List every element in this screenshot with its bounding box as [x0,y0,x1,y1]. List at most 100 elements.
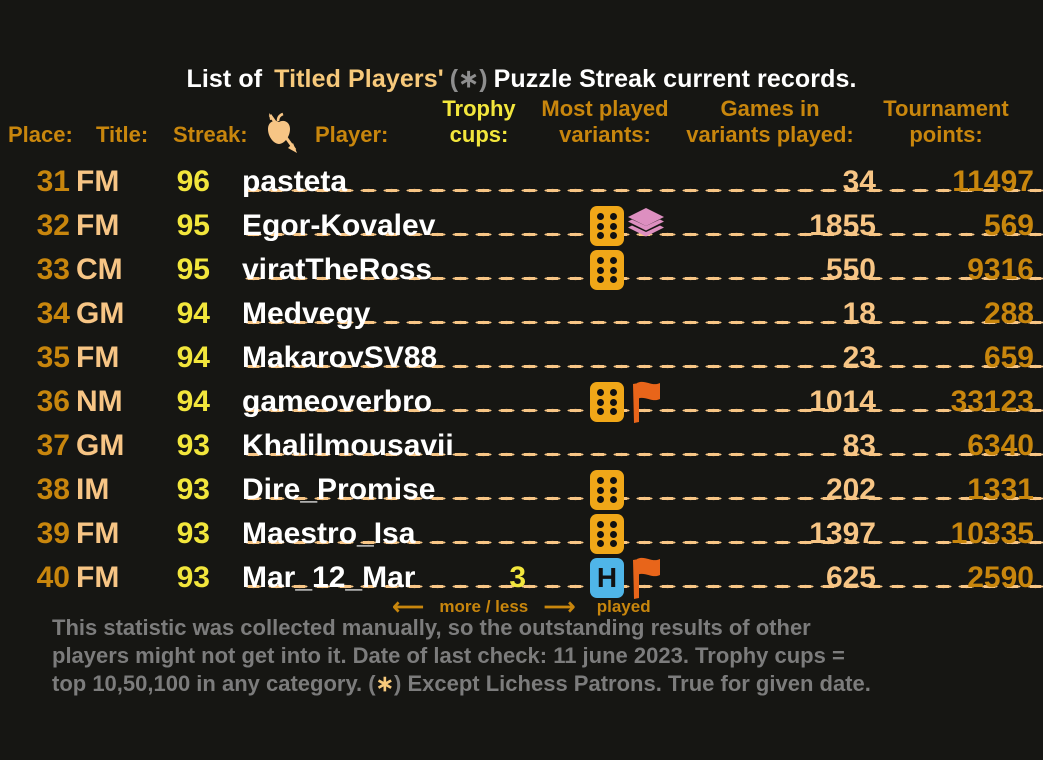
footer-asterisk: ∗ [375,671,395,696]
variant-icons [590,468,624,512]
cell-title: FM [76,209,120,242]
cell-games: 23 [842,341,876,374]
header-tourn-line1: Tournament [883,96,1009,121]
variant-icons [590,380,666,424]
cell-title: FM [76,341,120,374]
cell-place: 31 [36,165,70,198]
dice-icon [590,514,624,554]
cell-trophy-cups [450,160,750,204]
cell-streak: 96 [176,165,210,198]
header-games-line2: variants played: [686,122,854,147]
cell-points: 288 [983,297,1034,330]
cell-player[interactable]: viratTheRoss [242,248,432,292]
cell-games: 550 [825,253,876,286]
cell-trophy-cups [450,380,750,424]
page-title-asterisk: (∗) [449,65,488,93]
cell-player[interactable]: MakarovSV88 [242,336,437,380]
cell-place: 35 [36,341,70,374]
cell-trophy-cups [450,512,750,556]
table-row[interactable]: 32 FM 95 Egor-Kovalev 1855 569 [0,204,1043,248]
cell-player[interactable]: Dire_Promise [242,468,435,512]
cell-title: GM [76,297,125,330]
flag-icon [633,381,660,423]
header-most-line2: variants: [559,122,651,147]
cell-player[interactable]: Khalilmousavii [242,424,454,468]
header-games-in-variants: Games in variants played: [675,96,865,148]
cell-games: 83 [842,429,876,462]
cell-points: 9316 [967,253,1034,286]
table-row[interactable]: 36 NM 94 gameoverbro 1014 33123 [0,380,1043,424]
cell-title: CM [76,253,123,286]
page-title-part3: Puzzle Streak current records. [493,65,857,93]
table-row[interactable]: 33 CM 95 viratTheRoss 550 9316 [0,248,1043,292]
cell-trophy-cups [450,248,750,292]
table-row[interactable]: 35 FM 94 MakarovSV88 23 659 [0,336,1043,380]
cell-points: 33123 [950,385,1034,418]
cell-games: 1855 [809,209,876,242]
cell-games: 18 [842,297,876,330]
cell-trophy-cups [450,468,750,512]
footer-note: This statistic was collected manually, s… [52,614,997,698]
table-row[interactable]: 31 FM 96 pasteta 34 11497 [0,160,1043,204]
cell-streak: 95 [176,209,210,242]
cell-place: 37 [36,429,70,462]
header-tourn-line2: points: [909,122,983,147]
dice-icon [590,382,624,422]
cell-games: 1397 [809,517,876,550]
cell-player[interactable]: Maestro_Isa [242,512,415,556]
cell-points: 11497 [952,165,1034,198]
puzzle-streak-records-page: List of Titled Players' (∗) Puzzle Streak c… [0,0,1043,760]
header-tournament-points: Tournament points: [866,96,1026,148]
column-headers: Place: Title: Streak: Player: Trophy cup… [0,96,1043,156]
cell-trophy-cups [450,336,750,380]
cell-streak: 93 [176,517,210,550]
header-player: Player: [315,122,389,147]
cell-points: 569 [983,209,1034,242]
footer-line-3: top 10,50,100 in any category. (∗) Excep… [52,670,997,698]
records-table: 31 FM 96 pasteta 34 11497 32 FM 95 Egor-Kovalev 18… [0,160,1043,600]
header-most-line1: Most played [541,96,669,121]
page-title-part1: List of [186,65,263,93]
cell-points: 1331 [967,473,1034,506]
dice-icon [590,470,624,510]
table-row[interactable]: 37 GM 93 Khalilmousavii 83 6340 [0,424,1043,468]
cell-place: 36 [36,385,70,418]
header-streak: Streak: [173,122,248,147]
cell-trophy-cups [450,204,750,248]
cell-streak: 93 [176,429,210,462]
apple-arrow-icon [268,112,297,153]
cell-player[interactable]: gameoverbro [242,380,432,424]
cell-player[interactable]: Medvegy [242,292,370,336]
page-title: List of Titled Players' (∗) Puzzle Streak c… [0,64,1043,94]
footer-line-3-a: top 10,50,100 in any category. ( [52,671,376,696]
cell-points: 6340 [967,429,1034,462]
header-most-played-variants: Most played variants: [527,96,683,148]
cell-games: 202 [825,473,876,506]
header-place: Place: [8,122,73,147]
horde-icon: H [590,558,624,598]
cell-place: 34 [36,297,70,330]
cell-trophy-cups [450,424,750,468]
table-row[interactable]: 38 IM 93 Dire_Promise 202 1331 [0,468,1043,512]
cell-player[interactable]: pasteta [242,160,347,204]
cell-games: 34 [842,165,876,198]
table-row[interactable]: 34 GM 94 Medvegy 18 288 [0,292,1043,336]
cell-title: FM [76,517,120,550]
cell-streak: 94 [176,297,210,330]
cell-title: GM [76,429,125,462]
table-row[interactable]: 39 FM 93 Maestro_Isa 1397 10335 [0,512,1043,556]
cell-streak: 94 [176,385,210,418]
footer-line-1: This statistic was collected manually, s… [52,615,811,640]
cell-place: 38 [36,473,70,506]
cell-place: 33 [36,253,70,286]
dice-icon [590,250,624,290]
header-trophy-line2: cups: [449,122,509,147]
cell-points: 659 [983,341,1034,374]
cell-title: FM [76,165,120,198]
cell-streak: 95 [176,253,210,286]
header-trophy-cups: Trophy cups: [437,96,521,148]
header-games-line1: Games in [720,96,820,121]
cell-player[interactable]: Egor-Kovalev [242,204,435,248]
cell-title: NM [76,385,123,418]
footer-line-3-b: ) Except Lichess Patrons. True for given… [394,671,871,696]
